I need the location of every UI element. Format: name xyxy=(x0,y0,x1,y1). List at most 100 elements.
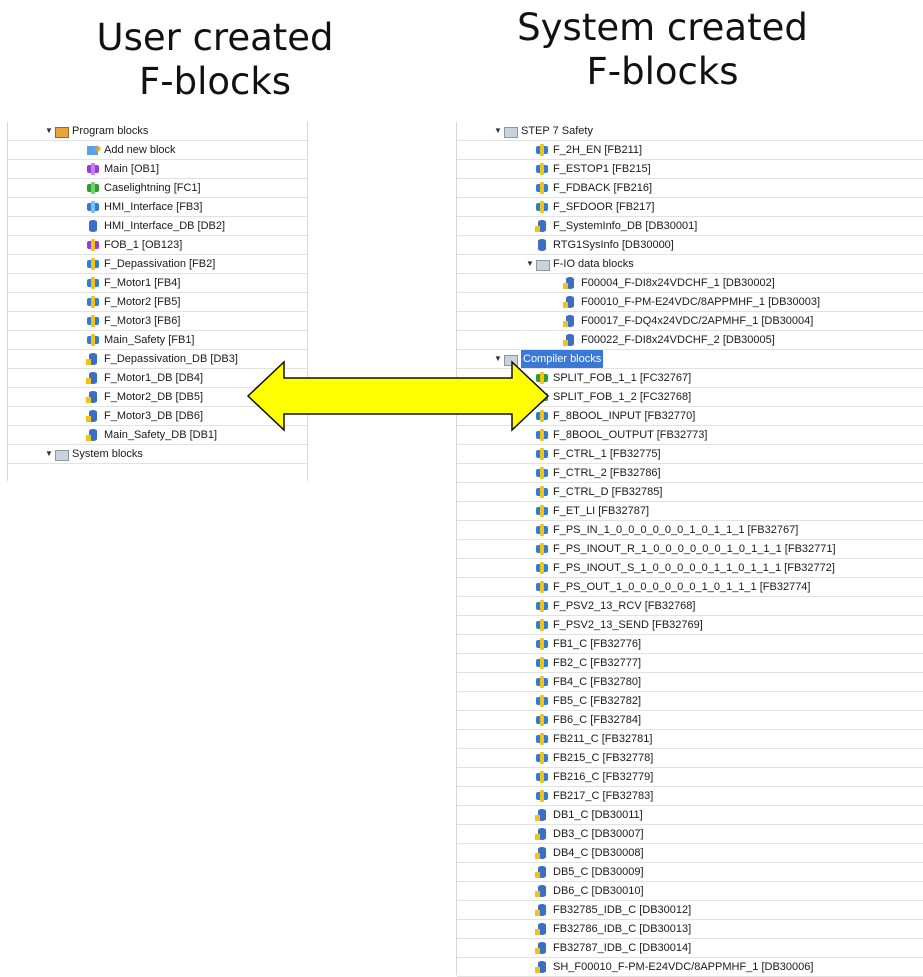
tree-row[interactable]: Add new block xyxy=(8,140,307,160)
tree-row[interactable]: F_FDBACK [FB216] xyxy=(457,179,923,198)
tree-item-label: FB215_C [FB32778] xyxy=(553,752,654,764)
tree-item-label: F_8BOOL_OUTPUT [FB32773] xyxy=(553,429,708,441)
safety-data-block-icon xyxy=(86,372,100,384)
left-heading-line-1: User created xyxy=(96,16,334,59)
tree-row[interactable]: F_Motor2 [FB5] xyxy=(8,293,307,312)
tree-row[interactable]: Caselightning [FC1] xyxy=(8,179,307,198)
tree-row[interactable]: F_CTRL_D [FB32785] xyxy=(457,483,923,502)
safety-function-block-icon xyxy=(535,562,549,574)
tree-row[interactable]: FB217_C [FB32783] xyxy=(457,787,923,806)
safety-function-block-icon xyxy=(86,277,100,289)
tree-item-label: FB32786_IDB_C [DB30013] xyxy=(553,923,692,935)
tree-row[interactable]: F_2H_EN [FB211] xyxy=(457,141,923,160)
safety-data-block-icon xyxy=(563,315,577,327)
tree-item-label: F_CTRL_1 [FB32775] xyxy=(553,448,661,460)
left-heading-line-2: F-blocks xyxy=(138,60,292,103)
tree-row[interactable]: F_ET_LI [FB32787] xyxy=(457,502,923,521)
tree-item-label: FOB_1 [OB123] xyxy=(104,239,183,251)
expand-toggle-icon[interactable]: ▼ xyxy=(44,445,54,463)
tree-row[interactable]: F_Motor3 [FB6] xyxy=(8,312,307,331)
tree-row[interactable]: HMI_Interface_DB [DB2] xyxy=(8,217,307,236)
tree-item-label: DB1_C [DB30011] xyxy=(553,809,643,821)
expand-toggle-icon[interactable]: ▼ xyxy=(493,122,503,140)
tree-row[interactable]: DB1_C [DB30011] xyxy=(457,806,923,825)
tree-item-label: Main_Safety_DB [DB1] xyxy=(104,429,218,441)
tree-item-label: F_Depassivation [FB2] xyxy=(104,258,216,270)
tree-row[interactable]: F_SystemInfo_DB [DB30001] xyxy=(457,217,923,236)
tree-row[interactable]: FB4_C [FB32780] xyxy=(457,673,923,692)
tree-row[interactable]: F_CTRL_1 [FB32775] xyxy=(457,445,923,464)
tree-row[interactable]: F_CTRL_2 [FB32786] xyxy=(457,464,923,483)
tree-row[interactable]: FB2_C [FB32777] xyxy=(457,654,923,673)
safety-data-block-icon xyxy=(86,429,100,441)
tree-row[interactable]: F00010_F-PM-E24VDC/8APPMHF_1 [DB30003] xyxy=(457,293,923,312)
safety-function-block-icon xyxy=(535,201,549,213)
tree-row[interactable]: F_SFDOOR [FB217] xyxy=(457,198,923,217)
tree-row[interactable]: F_ESTOP1 [FB215] xyxy=(457,160,923,179)
tree-item-label: FB2_C [FB32777] xyxy=(553,657,642,669)
tree-row[interactable]: DB4_C [DB30008] xyxy=(457,844,923,863)
tree-item-label: Main_Safety [FB1] xyxy=(104,334,195,346)
safety-organization-block-icon xyxy=(86,239,100,251)
tree-row[interactable]: Main [OB1] xyxy=(8,160,307,179)
tree-row[interactable]: FB6_C [FB32784] xyxy=(457,711,923,730)
expand-toggle-icon[interactable]: ▼ xyxy=(525,255,535,273)
tree-row[interactable]: F_PS_IN_1_0_0_0_0_0_0_1_0_1_1_1 [FB32767… xyxy=(457,521,923,540)
tree-row[interactable]: FB32787_IDB_C [DB30014] xyxy=(457,939,923,958)
tree-row[interactable]: F_PS_INOUT_R_1_0_0_0_0_0_0_1_0_1_1_1 [FB… xyxy=(457,540,923,559)
tree-row[interactable]: ▼ STEP 7 Safety xyxy=(457,122,923,141)
tree-row[interactable]: F00017_F-DQ4x24VDC/2APMHF_1 [DB30004] xyxy=(457,312,923,331)
tree-row[interactable]: F_PSV2_13_RCV [FB32768] xyxy=(457,597,923,616)
expand-toggle-icon[interactable]: ▼ xyxy=(44,122,54,140)
safety-data-block-icon xyxy=(535,828,549,840)
tree-item-label: SPLIT_FOB_1_1 [FC32767] xyxy=(553,372,692,384)
safety-function-block-icon xyxy=(535,695,549,707)
safety-function-block-icon xyxy=(535,676,549,688)
tree-item-label: F_Motor3 [FB6] xyxy=(104,315,181,327)
tree-row[interactable]: DB6_C [DB30010] xyxy=(457,882,923,901)
tree-row[interactable]: SH_F00010_F-PM-E24VDC/8APPMHF_1 [DB30006… xyxy=(457,958,923,977)
tree-row[interactable]: FB216_C [FB32779] xyxy=(457,768,923,787)
tree-row[interactable]: F00022_F-DI8x24VDCHF_2 [DB30005] xyxy=(457,331,923,350)
safety-data-block-icon xyxy=(535,885,549,897)
tree-row[interactable]: F_PS_INOUT_S_1_0_0_0_0_0_1_1_0_1_1_1 [FB… xyxy=(457,559,923,578)
tree-item-label: RTG1SysInfo [DB30000] xyxy=(553,239,674,251)
tree-row[interactable]: F00004_F-DI8x24VDCHF_1 [DB30002] xyxy=(457,274,923,293)
safety-function-block-icon xyxy=(535,771,549,783)
safety-function-block-icon xyxy=(535,600,549,612)
tree-item-label: FB211_C [FB32781] xyxy=(553,733,653,745)
tree-row[interactable]: F_Depassivation [FB2] xyxy=(8,255,307,274)
tree-item-label: SPLIT_FOB_1_2 [FC32768] xyxy=(553,391,692,403)
tree-row[interactable]: ▼ F-IO data blocks xyxy=(457,255,923,274)
tree-row[interactable]: FB1_C [FB32776] xyxy=(457,635,923,654)
tree-row[interactable]: F_PSV2_13_SEND [FB32769] xyxy=(457,616,923,635)
tree-row[interactable]: FB215_C [FB32778] xyxy=(457,749,923,768)
tree-row[interactable]: F_PS_OUT_1_0_0_0_0_0_0_1_0_1_1_1 [FB3277… xyxy=(457,578,923,597)
tree-row[interactable]: DB5_C [DB30009] xyxy=(457,863,923,882)
tree-item-label: F00022_F-DI8x24VDCHF_2 [DB30005] xyxy=(581,334,775,346)
tree-row[interactable]: DB3_C [DB30007] xyxy=(457,825,923,844)
tree-item-label: F_ET_LI [FB32787] xyxy=(553,505,649,517)
tree-row[interactable]: ▼ Program blocks xyxy=(8,122,307,141)
tree-row[interactable]: ▼ System blocks xyxy=(8,445,307,464)
tree-row[interactable]: FB5_C [FB32782] xyxy=(457,692,923,711)
safety-data-block-icon xyxy=(535,942,549,954)
tree-row[interactable]: FB32786_IDB_C [DB30013] xyxy=(457,920,923,939)
tree-item-label: FB5_C [FB32782] xyxy=(553,695,642,707)
tree-row[interactable]: F_Motor1 [FB4] xyxy=(8,274,307,293)
tree-item-label: F00017_F-DQ4x24VDC/2APMHF_1 [DB30004] xyxy=(581,315,814,327)
tree-row[interactable]: FB32785_IDB_C [DB30012] xyxy=(457,901,923,920)
tree-row[interactable]: FB211_C [FB32781] xyxy=(457,730,923,749)
tree-item-label: FB1_C [FB32776] xyxy=(553,638,642,650)
tree-item-label: F_PS_INOUT_S_1_0_0_0_0_0_1_1_0_1_1_1 [FB… xyxy=(553,562,835,574)
tree-item-label: Program blocks xyxy=(72,125,149,137)
function-block-icon xyxy=(86,201,100,213)
tree-item-label: F-IO data blocks xyxy=(553,258,634,270)
tree-row[interactable]: FOB_1 [OB123] xyxy=(8,236,307,255)
safety-function-block-icon xyxy=(535,790,549,802)
tree-row[interactable]: Main_Safety [FB1] xyxy=(8,331,307,350)
safety-data-block-icon xyxy=(535,904,549,916)
tree-row[interactable]: HMI_Interface [FB3] xyxy=(8,198,307,217)
tree-row[interactable]: RTG1SysInfo [DB30000] xyxy=(457,236,923,255)
tree-item-label: FB6_C [FB32784] xyxy=(553,714,642,726)
